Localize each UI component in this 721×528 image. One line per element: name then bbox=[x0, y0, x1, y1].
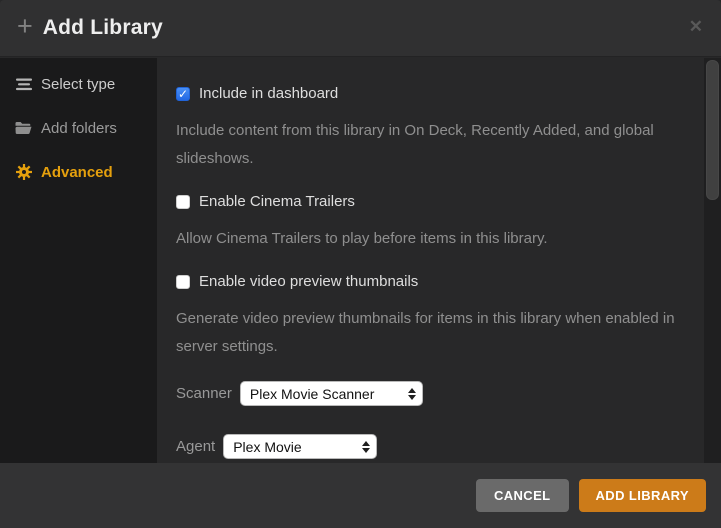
sidebar-item-label: Advanced bbox=[41, 164, 113, 181]
scanner-label: Scanner bbox=[176, 385, 232, 402]
field-description: Generate video preview thumbnails for it… bbox=[176, 305, 681, 361]
agent-select-value: Plex Movie bbox=[233, 439, 301, 455]
checkbox-label: Enable video preview thumbnails bbox=[199, 273, 418, 290]
up-down-arrows-icon bbox=[362, 441, 370, 453]
dialog-footer: CANCEL ADD LIBRARY bbox=[0, 463, 721, 528]
field-description: Allow Cinema Trailers to play before ite… bbox=[176, 225, 681, 253]
plus-icon: + bbox=[17, 13, 33, 40]
agent-row: Agent Plex Movie bbox=[176, 434, 704, 459]
agent-select[interactable]: Plex Movie bbox=[223, 434, 377, 459]
scrollbar-track[interactable] bbox=[704, 58, 721, 463]
wizard-sidebar: Select type Add folders bbox=[0, 58, 157, 463]
checkbox-label: Enable Cinema Trailers bbox=[199, 193, 355, 210]
sidebar-item-label: Add folders bbox=[41, 120, 117, 137]
up-down-arrows-icon bbox=[408, 388, 416, 400]
add-library-dialog: + Add Library ✕ Select type Add folders bbox=[0, 0, 721, 528]
field-description: Include content from this library in On … bbox=[176, 117, 681, 173]
checkbox-unchecked-icon[interactable] bbox=[176, 195, 190, 209]
checkbox-label: Include in dashboard bbox=[199, 85, 338, 102]
checkbox-unchecked-icon[interactable] bbox=[176, 275, 190, 289]
enable-cinema-trailers-checkbox-row[interactable]: Enable Cinema Trailers bbox=[176, 193, 704, 210]
close-icon[interactable]: ✕ bbox=[687, 16, 705, 37]
checkmark-icon: ✓ bbox=[178, 87, 188, 101]
scanner-select[interactable]: Plex Movie Scanner bbox=[240, 381, 423, 406]
advanced-settings-panel: ✓ Include in dashboard Include content f… bbox=[157, 58, 704, 463]
sidebar-item-advanced[interactable]: Advanced bbox=[0, 150, 157, 194]
checkbox-checked-icon[interactable]: ✓ bbox=[176, 87, 190, 101]
sidebar-item-label: Select type bbox=[41, 76, 115, 93]
cancel-button[interactable]: CANCEL bbox=[476, 479, 569, 512]
sidebar-item-select-type[interactable]: Select type bbox=[0, 62, 157, 106]
scanner-select-value: Plex Movie Scanner bbox=[250, 386, 375, 402]
include-dashboard-checkbox-row[interactable]: ✓ Include in dashboard bbox=[176, 85, 704, 102]
add-library-button[interactable]: ADD LIBRARY bbox=[579, 479, 706, 512]
scrollbar-thumb[interactable] bbox=[706, 60, 719, 200]
folder-icon bbox=[15, 121, 32, 135]
dialog-header: + Add Library ✕ bbox=[0, 0, 721, 57]
list-lines-icon bbox=[15, 78, 32, 91]
gear-icon bbox=[15, 164, 32, 180]
scanner-row: Scanner Plex Movie Scanner bbox=[176, 381, 704, 406]
agent-label: Agent bbox=[176, 438, 215, 455]
enable-video-preview-checkbox-row[interactable]: Enable video preview thumbnails bbox=[176, 273, 704, 290]
sidebar-item-add-folders[interactable]: Add folders bbox=[0, 106, 157, 150]
dialog-title: Add Library bbox=[43, 16, 163, 40]
